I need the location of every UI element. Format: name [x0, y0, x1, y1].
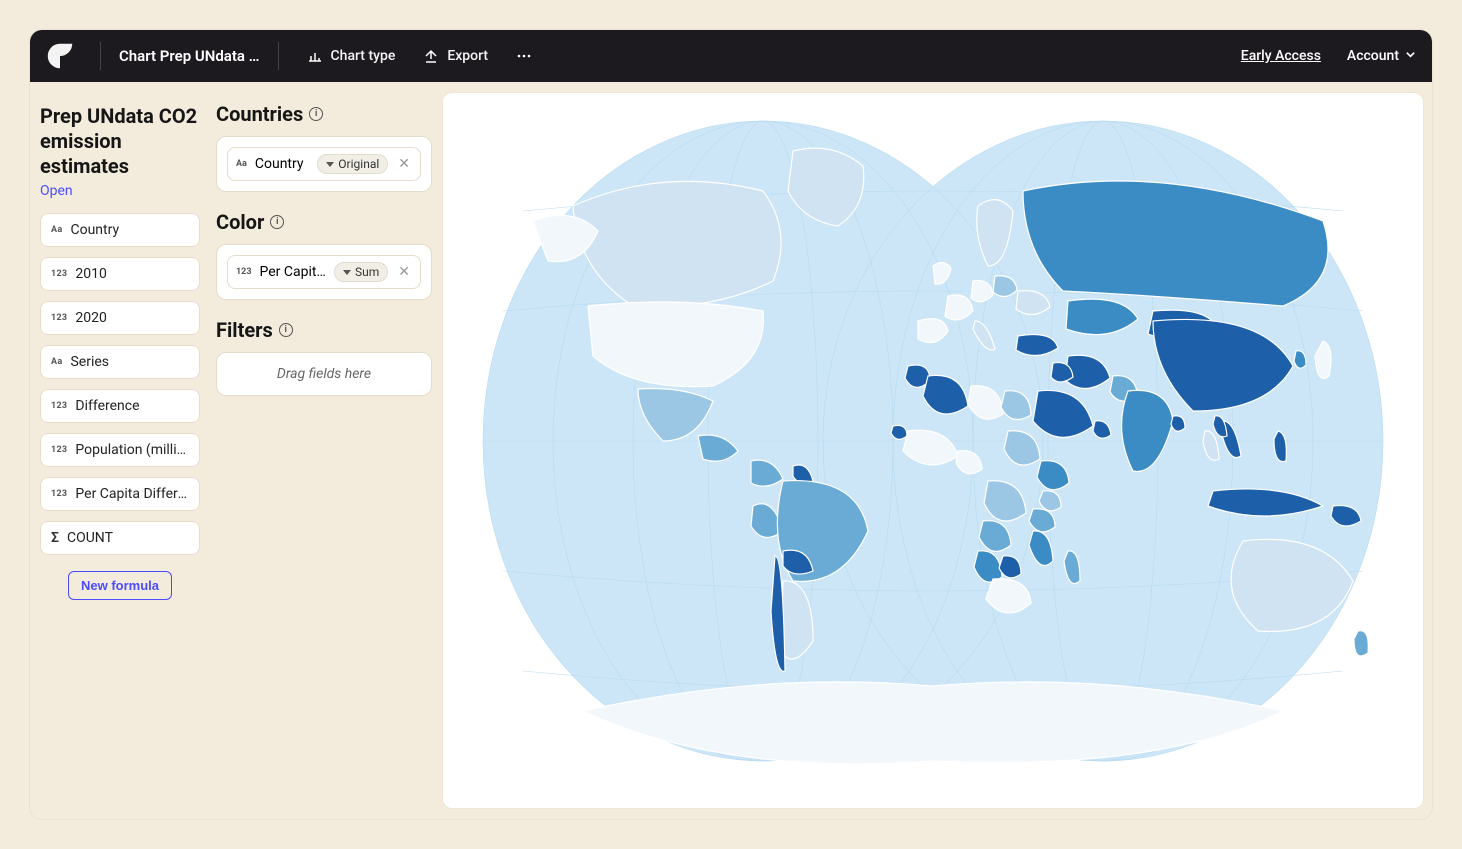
field-2010[interactable]: 2010 — [40, 257, 200, 291]
countries-dropzone[interactable]: Country Original ✕ — [216, 136, 432, 192]
number-type-icon — [51, 489, 67, 499]
remove-chip-button[interactable]: ✕ — [396, 264, 412, 280]
chart-canvas[interactable] — [442, 92, 1424, 809]
section-label: Countries — [216, 102, 303, 126]
field-2020[interactable]: 2020 — [40, 301, 200, 335]
text-type-icon — [236, 159, 247, 169]
number-type-icon — [51, 313, 67, 323]
chip-label: Per Capita … — [260, 264, 327, 280]
account-label: Account — [1347, 48, 1399, 64]
chart-type-label: Chart type — [331, 48, 396, 64]
number-type-icon — [236, 267, 252, 277]
map-antarctica — [583, 681, 1283, 763]
field-country[interactable]: Country — [40, 213, 200, 247]
number-type-icon — [51, 445, 67, 455]
field-label: COUNT — [67, 530, 189, 546]
export-button[interactable]: Export — [413, 42, 498, 70]
field-label: 2010 — [75, 266, 189, 282]
chart-type-button[interactable]: Chart type — [297, 42, 406, 70]
sigma-icon: Σ — [51, 530, 59, 546]
config-panel: Countries i Country Original ✕ Color i — [210, 82, 442, 819]
chevron-down-icon — [1405, 48, 1416, 64]
app-logo[interactable] — [46, 42, 74, 70]
field-series[interactable]: Series — [40, 345, 200, 379]
map-senegal — [891, 425, 907, 439]
field-label: Country — [70, 222, 189, 238]
chip-label: Country — [255, 156, 309, 172]
field-per-capita-diff[interactable]: Per Capita Differen… — [40, 477, 200, 511]
field-population[interactable]: Population (millions) — [40, 433, 200, 467]
color-section-title: Color i — [216, 210, 432, 234]
color-dropzone[interactable]: Per Capita … Sum ✕ — [216, 244, 432, 300]
text-type-icon — [51, 225, 62, 235]
field-label: Population (millions) — [75, 442, 189, 458]
new-formula-button[interactable]: New formula — [68, 571, 172, 600]
divider — [100, 42, 101, 70]
section-label: Filters — [216, 318, 273, 342]
field-difference[interactable]: Difference — [40, 389, 200, 423]
more-button[interactable] — [506, 42, 542, 70]
field-label: 2020 — [75, 310, 189, 326]
number-type-icon — [51, 401, 67, 411]
field-label: Series — [70, 354, 189, 370]
aggregation-label: Sum — [355, 265, 379, 279]
info-icon[interactable]: i — [309, 107, 323, 121]
info-icon[interactable]: i — [279, 323, 293, 337]
aggregation-label: Original — [338, 157, 379, 171]
remove-chip-button[interactable]: ✕ — [396, 156, 412, 172]
export-icon — [423, 48, 439, 64]
countries-chip[interactable]: Country Original ✕ — [227, 147, 421, 181]
dataset-title: Prep UNdata CO2 emission estimates — [40, 104, 200, 179]
early-access-link[interactable]: Early Access — [1241, 48, 1321, 64]
field-count[interactable]: Σ COUNT — [40, 521, 200, 555]
filters-section-title: Filters i — [216, 318, 432, 342]
filters-placeholder: Drag fields here — [277, 366, 371, 382]
countries-section-title: Countries i — [216, 102, 432, 126]
field-label: Per Capita Differen… — [75, 486, 189, 502]
map-new-zealand — [1354, 630, 1368, 655]
chart-type-icon — [307, 48, 323, 64]
info-icon[interactable]: i — [270, 215, 284, 229]
aggregation-badge[interactable]: Original — [317, 154, 388, 174]
chart-name[interactable]: Chart Prep UNdata … — [119, 47, 260, 65]
filters-dropzone[interactable]: Drag fields here — [216, 352, 432, 396]
more-icon — [516, 48, 532, 64]
color-chip[interactable]: Per Capita … Sum ✕ — [227, 255, 421, 289]
open-dataset-link[interactable]: Open — [40, 183, 200, 199]
aggregation-badge[interactable]: Sum — [334, 262, 388, 282]
topbar: Chart Prep UNdata … Chart type Export Ea… — [30, 30, 1432, 82]
fields-sidebar: Prep UNdata CO2 emission estimates Open … — [30, 82, 210, 819]
number-type-icon — [51, 269, 67, 279]
account-menu[interactable]: Account — [1347, 48, 1416, 64]
text-type-icon — [51, 357, 62, 367]
divider — [278, 42, 279, 70]
field-label: Difference — [75, 398, 189, 414]
section-label: Color — [216, 210, 264, 234]
export-label: Export — [447, 48, 488, 64]
world-choropleth-map — [463, 111, 1403, 791]
